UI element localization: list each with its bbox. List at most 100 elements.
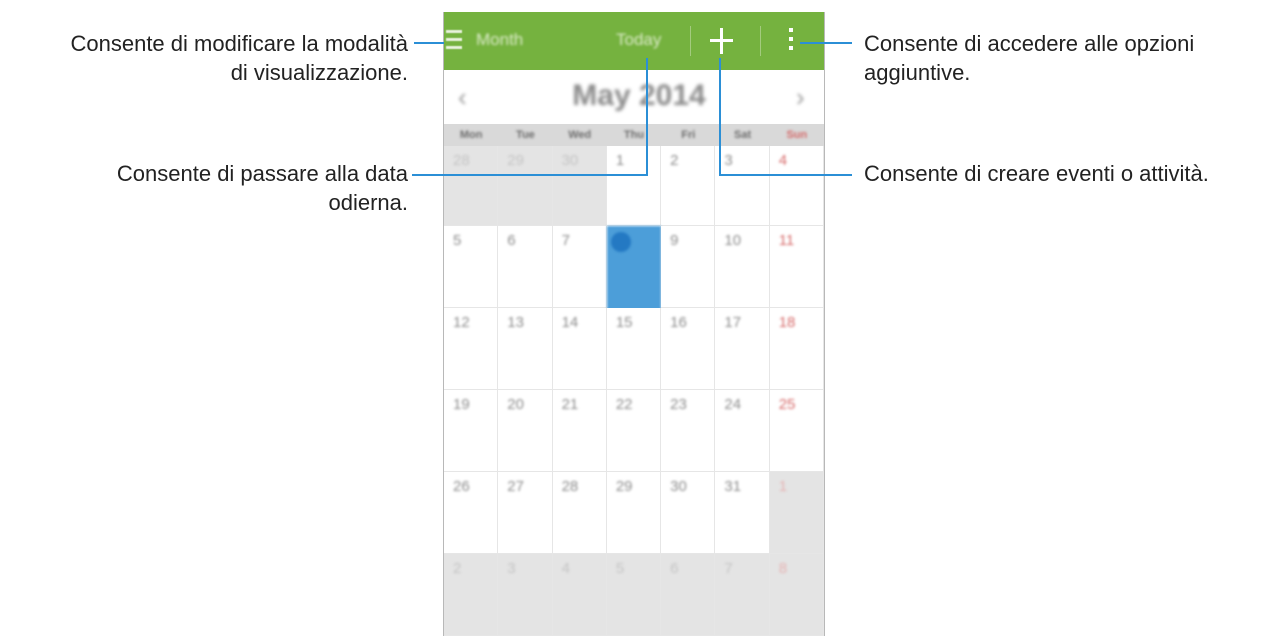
- calendar-day-cell[interactable]: 6: [498, 226, 553, 308]
- more-options-icon[interactable]: [787, 24, 795, 58]
- calendar-day-cell[interactable]: 8: [769, 554, 824, 636]
- today-marker: [610, 232, 631, 252]
- calendar-day-cell[interactable]: 29: [498, 146, 553, 226]
- calendar-week-row: 26 27 28 29 30 31 1: [444, 472, 824, 554]
- calendar-day-cell[interactable]: 13: [498, 308, 553, 390]
- day-number: 19: [453, 396, 470, 413]
- calendar-day-cell[interactable]: 25: [769, 390, 824, 472]
- day-number: 6: [670, 560, 679, 577]
- weekday-label: Wed: [568, 129, 592, 141]
- calendar-week-row: 28 29 30 1 2 3 4: [444, 146, 824, 226]
- day-number: 20: [507, 396, 524, 413]
- calendar-day-cell[interactable]: 18: [769, 308, 824, 390]
- view-mode-label[interactable]: Month: [476, 30, 523, 50]
- calendar-screen: Month Today ‹ May 2014 › Mon Tue Wed Thu…: [443, 12, 825, 636]
- calendar-day-cell[interactable]: 14: [552, 308, 607, 390]
- weekday-label: Thu: [623, 129, 645, 141]
- today-button[interactable]: Today: [616, 30, 661, 50]
- day-number: 6: [507, 232, 516, 249]
- calendar-day-cell[interactable]: 5: [444, 226, 499, 308]
- calendar-day-cell[interactable]: 27: [498, 472, 553, 554]
- weekday-label: Fri: [681, 129, 696, 141]
- callout-text: Consente di passare alla data: [116, 161, 408, 186]
- calendar-day-cell[interactable]: 4: [552, 554, 607, 636]
- calendar-day-cell[interactable]: 23: [661, 390, 716, 472]
- day-number: 23: [670, 396, 687, 413]
- day-number: 28: [453, 152, 470, 169]
- day-number: 29: [615, 478, 633, 495]
- callout-line-add-vertical: [719, 58, 721, 175]
- callout-line-add-horizontal: [719, 174, 852, 176]
- calendar-week-row: 2 3 4 5 6 7 8: [444, 554, 824, 636]
- weekday-label: Tue: [516, 129, 535, 141]
- calendar-day-cell[interactable]: 7: [552, 226, 607, 308]
- day-number: 17: [724, 314, 742, 331]
- calendar-day-cell[interactable]: 4: [769, 146, 824, 226]
- calendar-day-cell[interactable]: 22: [606, 390, 662, 472]
- weekday-label: Sat: [733, 129, 752, 141]
- day-number: 5: [615, 560, 625, 577]
- calendar-day-cell[interactable]: 2: [661, 146, 716, 226]
- calendar-day-cell[interactable]: 8: [606, 226, 662, 312]
- day-number: 7: [561, 232, 570, 249]
- day-number: 2: [670, 152, 679, 169]
- calendar-day-cell[interactable]: 6: [661, 554, 716, 636]
- callout-view-mode: Consente di modificare la modalità di vi…: [0, 29, 408, 87]
- prev-month-icon[interactable]: ‹: [458, 82, 467, 113]
- calendar-day-cell[interactable]: 7: [715, 554, 770, 636]
- calendar-day-cell[interactable]: 1: [769, 472, 824, 554]
- calendar-day-cell[interactable]: 1: [606, 146, 662, 226]
- calendar-day-cell[interactable]: 31: [715, 472, 770, 554]
- calendar-day-cell[interactable]: 28: [444, 146, 499, 226]
- callout-text: odierna.: [328, 190, 408, 215]
- calendar-day-cell[interactable]: 3: [498, 554, 553, 636]
- callout-add-event: Consente di creare eventi o attività.: [864, 159, 1272, 188]
- day-number: 4: [561, 560, 570, 577]
- calendar-day-cell[interactable]: 5: [606, 554, 662, 636]
- calendar-day-cell[interactable]: 30: [661, 472, 716, 554]
- calendar-day-cell[interactable]: 21: [552, 390, 607, 472]
- day-number: 11: [778, 232, 795, 249]
- calendar-day-cell[interactable]: 28: [552, 472, 607, 554]
- day-number: 8: [778, 560, 788, 577]
- day-number: 1: [615, 152, 625, 169]
- app-bar: Month Today: [444, 12, 824, 70]
- calendar-day-cell[interactable]: 29: [606, 472, 662, 554]
- next-month-icon[interactable]: ›: [796, 82, 805, 113]
- day-number: 26: [453, 478, 470, 495]
- callout-line-today-horizontal: [412, 174, 648, 176]
- day-number: 9: [670, 232, 679, 249]
- calendar-week-row: 19 20 21 22 23 24 25: [444, 390, 824, 472]
- calendar-week-row: 5 6 7 89 10 11: [444, 226, 824, 312]
- calendar-day-cell[interactable]: 12: [444, 308, 499, 390]
- callout-line-more-options: [800, 42, 852, 44]
- calendar-week-row: 12 13 14 15 16 17 18: [444, 308, 824, 390]
- day-number: 14: [561, 314, 579, 331]
- day-number: 21: [561, 396, 579, 413]
- calendar-day-cell[interactable]: 10: [715, 226, 770, 308]
- calendar-day-cell[interactable]: 26: [444, 472, 499, 554]
- view-mode-menu-icon[interactable]: [446, 30, 462, 50]
- callout-text: Consente di modificare la modalità: [70, 31, 408, 56]
- calendar-day-cell[interactable]: 24: [715, 390, 770, 472]
- day-number: 15: [615, 314, 633, 331]
- day-number: 30: [670, 478, 687, 495]
- calendar-day-cell[interactable]: 9: [661, 226, 716, 308]
- calendar-day-cell[interactable]: 15: [606, 308, 662, 390]
- calendar-day-cell[interactable]: 19: [444, 390, 499, 472]
- add-event-icon[interactable]: [708, 24, 736, 58]
- calendar-day-cell[interactable]: 3: [715, 146, 770, 226]
- day-number: 3: [507, 560, 516, 577]
- day-number: 28: [561, 478, 579, 495]
- callout-line-view-mode: [414, 42, 444, 44]
- day-number: 16: [670, 314, 687, 331]
- calendar-day-cell[interactable]: 16: [661, 308, 716, 390]
- calendar-day-cell[interactable]: 30: [552, 146, 607, 226]
- calendar-day-cell[interactable]: 2: [444, 554, 499, 636]
- day-number: 27: [507, 478, 524, 495]
- calendar-day-cell[interactable]: 17: [715, 308, 770, 390]
- calendar-day-cell[interactable]: 11: [769, 226, 824, 308]
- day-number: 18: [778, 314, 796, 331]
- calendar-day-cell[interactable]: 20: [498, 390, 553, 472]
- divider: [690, 26, 691, 56]
